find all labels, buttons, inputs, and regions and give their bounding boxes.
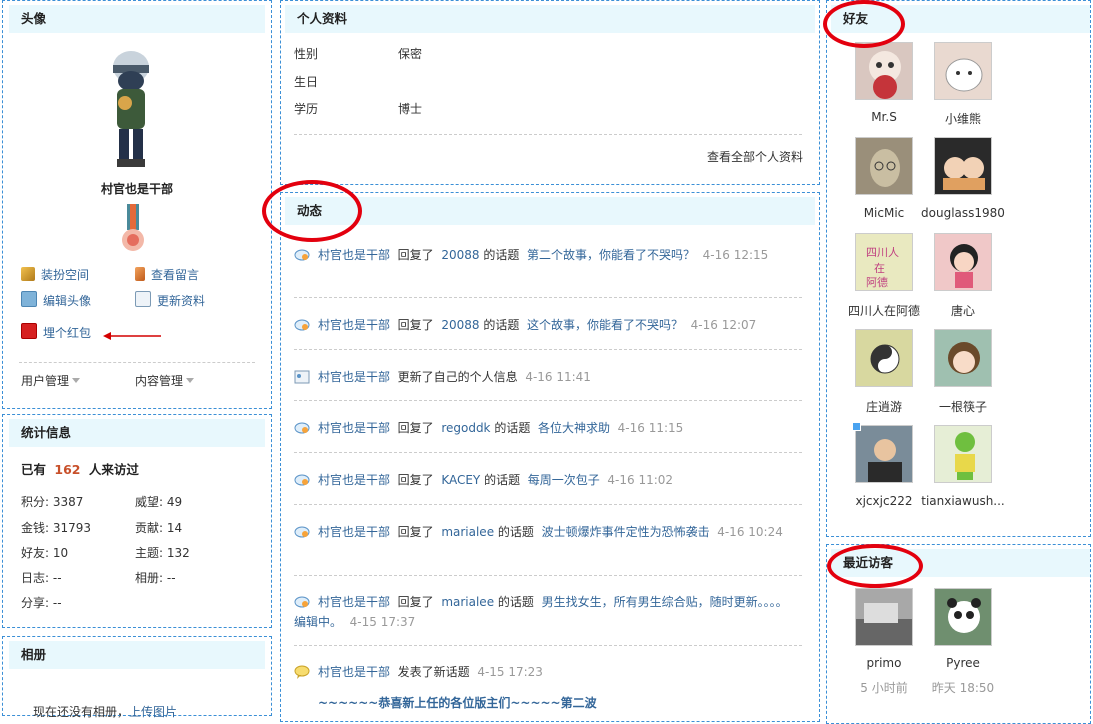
svg-text:四川人: 四川人 bbox=[866, 246, 899, 259]
upload-image-link[interactable]: 上传图片 bbox=[129, 705, 177, 719]
friend-avatar[interactable] bbox=[934, 233, 992, 291]
friend-avatar[interactable] bbox=[855, 42, 913, 100]
edit-avatar-icon bbox=[21, 291, 37, 307]
profile-key: 生日 bbox=[294, 75, 319, 89]
action-view-messages[interactable]: 查看留言 bbox=[135, 266, 199, 283]
friend-name[interactable]: tianxiawush... bbox=[913, 494, 1013, 508]
feed-item: 村官也是干部 回复了 marialee 的话题 男生找女生，所有男生综合贴，随时… bbox=[294, 595, 788, 629]
annotation-circle bbox=[823, 0, 905, 48]
annotation-circle bbox=[262, 180, 362, 242]
profile-value: 保密 bbox=[398, 47, 423, 61]
view-full-profile-link[interactable]: 查看全部个人资料 bbox=[707, 148, 803, 165]
avatar[interactable] bbox=[99, 41, 163, 177]
feed-item: 村官也是干部 回复了 regoddk 的话题 各位大神求助 4-16 11:15 bbox=[294, 418, 798, 438]
friend-avatar[interactable] bbox=[934, 425, 992, 483]
friend-name[interactable]: douglass1980 bbox=[913, 206, 1013, 220]
stat-item: 积分: 3387 bbox=[21, 495, 84, 509]
profile-update-icon bbox=[294, 370, 310, 384]
feed-item: 村官也是干部 回复了 20088 的话题 第二个故事，你能看了不哭吗？ 4-16… bbox=[294, 245, 798, 265]
friend-name[interactable]: 小维熊 bbox=[913, 110, 1013, 127]
album-panel-title: 相册 bbox=[9, 641, 265, 669]
action-red-envelope[interactable]: 埋个红包 bbox=[21, 323, 91, 341]
feed-divider bbox=[294, 400, 802, 401]
action-dress-space[interactable]: 装扮空间 bbox=[21, 266, 89, 283]
profile-key: 性别 bbox=[294, 47, 319, 61]
content-management-menu[interactable]: 内容管理 bbox=[135, 372, 195, 389]
profile-divider bbox=[294, 134, 802, 135]
reply-icon bbox=[294, 318, 310, 332]
visitor-count-line: 已有 162 人来访过 bbox=[21, 462, 139, 477]
feed-divider bbox=[294, 349, 802, 350]
svg-text:在: 在 bbox=[874, 262, 885, 275]
profile-key: 学历 bbox=[294, 102, 319, 116]
profile-value: 博士 bbox=[398, 102, 423, 116]
reply-icon bbox=[294, 421, 310, 435]
friend-name[interactable]: 唐心 bbox=[913, 302, 1013, 319]
online-status-icon bbox=[852, 422, 861, 431]
friend-avatar[interactable] bbox=[855, 137, 913, 195]
feed-panel: 动态 bbox=[280, 192, 820, 722]
stat-item: 分享: -- bbox=[21, 596, 62, 610]
feed-divider bbox=[294, 452, 802, 453]
red-arrow bbox=[103, 329, 161, 340]
new-topic-icon bbox=[294, 665, 310, 679]
action-edit-avatar[interactable]: 编辑头像 bbox=[21, 291, 91, 309]
stat-item: 贡献: 14 bbox=[135, 521, 183, 535]
avatar-panel-title: 头像 bbox=[9, 5, 265, 33]
feed-divider bbox=[294, 297, 802, 298]
svg-text:阿德: 阿德 bbox=[866, 275, 888, 289]
friend-name[interactable]: 一根筷子 bbox=[913, 398, 1013, 415]
friend-avatar[interactable] bbox=[934, 329, 992, 387]
action-update-profile[interactable]: 更新资料 bbox=[135, 291, 205, 309]
friend-avatar[interactable] bbox=[934, 137, 992, 195]
stats-panel-title: 统计信息 bbox=[9, 419, 265, 447]
avatar-panel: 头像 村官也是干部 装扮空间 查看留言 编辑头像 更新资料 埋个红包 用户管理 … bbox=[2, 0, 272, 409]
stat-item: 日志: -- bbox=[21, 571, 62, 585]
reply-icon bbox=[294, 525, 310, 539]
chevron-down-icon bbox=[72, 378, 81, 383]
annotation-circle bbox=[827, 544, 923, 588]
album-empty-line: 现在还没有相册，上传图片 bbox=[33, 705, 178, 719]
visitor-name[interactable]: Pyree bbox=[913, 656, 1013, 670]
stats-panel: 统计信息 已有 162 人来访过 积分: 3387 威望: 49 金钱: 317… bbox=[2, 414, 272, 628]
username[interactable]: 村官也是干部 bbox=[3, 180, 271, 197]
latest-topic-title[interactable]: ~~~~~~恭喜新上任的各位版主们~~~~~第二波 bbox=[318, 694, 597, 711]
red-envelope-icon bbox=[21, 323, 37, 339]
feed-panel-title: 动态 bbox=[285, 197, 815, 225]
visitor-time: 昨天 18:50 bbox=[931, 681, 995, 695]
medal-icon bbox=[121, 204, 145, 256]
friend-avatar[interactable] bbox=[855, 329, 913, 387]
key-icon bbox=[21, 267, 35, 281]
stat-item: 相册: -- bbox=[135, 571, 176, 585]
feed-item: 村官也是干部 回复了 20088 的话题 这个故事，你能看了不哭吗？ 4-16 … bbox=[294, 315, 798, 335]
album-panel: 相册 现在还没有相册，上传图片 bbox=[2, 636, 272, 719]
feed-item: 村官也是干部 更新了自己的个人信息 4-16 11:41 bbox=[294, 367, 798, 387]
feed-divider bbox=[294, 645, 802, 646]
reply-icon bbox=[294, 473, 310, 487]
stat-item: 金钱: 31793 bbox=[21, 521, 92, 535]
divider bbox=[19, 362, 255, 363]
feed-item: 村官也是干部 回复了 KACEY 的话题 每周一次包子 4-16 11:02 bbox=[294, 470, 798, 490]
visitor-avatar[interactable] bbox=[934, 588, 992, 646]
chevron-down-icon bbox=[186, 378, 195, 383]
stat-item: 好友: 10 bbox=[21, 546, 69, 560]
feed-item: 村官也是干部 发表了新话题 4-15 17:23 bbox=[294, 662, 798, 682]
profile-card-icon bbox=[135, 291, 151, 307]
feed-divider bbox=[294, 504, 802, 505]
stat-item: 威望: 49 bbox=[135, 495, 183, 509]
stat-item: 主题: 132 bbox=[135, 546, 190, 560]
visitor-avatar[interactable] bbox=[855, 588, 913, 646]
user-management-menu[interactable]: 用户管理 bbox=[21, 372, 81, 389]
friend-avatar[interactable]: 四川人在阿德 bbox=[855, 233, 913, 291]
reply-icon bbox=[294, 248, 310, 262]
profile-panel-title: 个人资料 bbox=[285, 5, 815, 33]
visitor-count: 162 bbox=[54, 462, 81, 477]
reply-icon bbox=[294, 595, 310, 609]
feed-divider bbox=[294, 575, 802, 576]
friend-avatar[interactable] bbox=[934, 42, 992, 100]
feed-item: 村官也是干部 回复了 marialee 的话题 波士顿爆炸事件定性为恐怖袭击 4… bbox=[294, 522, 798, 542]
friend-avatar[interactable] bbox=[855, 425, 913, 483]
pencil-icon bbox=[135, 267, 145, 281]
